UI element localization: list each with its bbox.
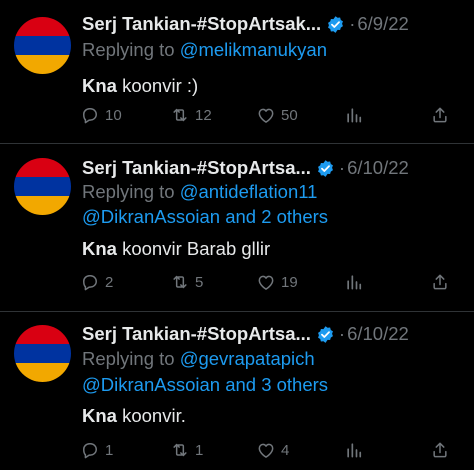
tweet-actions: 2 5 19 (80, 271, 460, 293)
tweet-text-rest: koonvir Barab gllir (116, 238, 271, 259)
reply-button[interactable]: 1 (80, 439, 113, 461)
tweet-text: Kna koonvir Barab gllir (82, 237, 270, 261)
replying-prefix: Replying to (82, 348, 175, 369)
reply-icon (83, 108, 97, 124)
tweet-text-rest: koonvir. (116, 405, 186, 426)
reply-button[interactable]: 2 (80, 271, 113, 293)
tweet-header: Serj Tankian-#StopArtsak... · 6/9/22 (82, 12, 466, 36)
reply-icon (83, 443, 97, 459)
retweet-icon (173, 443, 187, 457)
reply-count: 10 (105, 106, 122, 124)
mention-link[interactable]: @melikmanukyan (180, 39, 327, 60)
mention-link[interactable]: @gevrapatapich (180, 348, 315, 369)
like-button[interactable]: 50 (256, 104, 298, 126)
heart-icon (258, 108, 274, 123)
retweet-count: 5 (195, 273, 204, 291)
separator-dot: · (338, 323, 346, 344)
replying-to-line: Replying to @antideflation11 (82, 180, 317, 204)
mention-more-link[interactable]: @DikranAssoian and 2 others (82, 205, 328, 229)
share-icon (433, 442, 447, 458)
share-button[interactable] (430, 104, 450, 126)
tweet-header: Serj Tankian-#StopArtsa... · 6/10/22 (82, 156, 466, 180)
retweet-icon (173, 275, 187, 289)
armenian-flag-avatar-icon (14, 325, 71, 382)
mention-more-link[interactable]: @DikranAssoian and 3 others (82, 373, 328, 397)
retweet-button[interactable]: 5 (170, 271, 203, 293)
replying-to-line: Replying to @gevrapatapich (82, 347, 315, 371)
tweet-item[interactable]: Serj Tankian-#StopArtsak... · 6/9/22 Rep… (0, 0, 474, 144)
share-icon (433, 274, 447, 290)
tweet-text: Kna koonvir. (82, 404, 186, 428)
like-count: 4 (281, 441, 290, 459)
tweet-feed: Serj Tankian-#StopArtsak... · 6/9/22 Rep… (0, 0, 474, 470)
tweet-text-bold: Kna (82, 75, 117, 96)
like-count: 50 (281, 106, 298, 124)
tweet-date[interactable]: 6/9/22 (357, 12, 408, 36)
tweet-date[interactable]: 6/10/22 (347, 156, 409, 180)
retweet-button[interactable]: 1 (170, 439, 203, 461)
share-button[interactable] (430, 439, 450, 461)
like-button[interactable]: 4 (256, 439, 289, 461)
heart-icon (258, 443, 274, 458)
like-button[interactable]: 19 (256, 271, 298, 293)
tweet-text-bold: Kna (82, 238, 117, 259)
replying-prefix: Replying to (82, 39, 175, 60)
share-icon (433, 107, 447, 123)
verified-badge-icon (326, 15, 345, 34)
armenian-flag-avatar-icon (14, 17, 71, 74)
author-name[interactable]: Serj Tankian-#StopArtsa... (82, 156, 311, 180)
avatar[interactable] (14, 325, 71, 382)
avatar[interactable] (14, 158, 71, 215)
retweet-count: 1 (195, 441, 204, 459)
tweet-header: Serj Tankian-#StopArtsa... · 6/10/22 (82, 322, 466, 346)
replying-prefix: Replying to (82, 181, 175, 202)
author-name[interactable]: Serj Tankian-#StopArtsak... (82, 12, 321, 36)
separator-dot: · (349, 13, 356, 34)
reply-count: 1 (105, 441, 114, 459)
verified-badge-icon (316, 159, 335, 178)
analytics-button[interactable] (344, 271, 364, 293)
analytics-icon (347, 108, 362, 123)
tweet-date[interactable]: 6/10/22 (347, 322, 409, 346)
separator-dot: · (338, 157, 346, 178)
tweet-text: Kna koonvir :) (82, 74, 198, 98)
reply-count: 2 (105, 273, 114, 291)
avatar[interactable] (14, 17, 71, 74)
mention-link[interactable]: @antideflation11 (180, 181, 318, 202)
verified-badge-icon (316, 325, 335, 344)
reply-button[interactable]: 10 (80, 104, 122, 126)
analytics-icon (347, 443, 362, 458)
author-name[interactable]: Serj Tankian-#StopArtsa... (82, 322, 311, 346)
retweet-button[interactable]: 12 (170, 104, 212, 126)
tweet-actions: 1 1 4 (80, 439, 460, 461)
reply-icon (83, 275, 97, 291)
analytics-button[interactable] (344, 439, 364, 461)
share-button[interactable] (430, 271, 450, 293)
retweet-count: 12 (195, 106, 212, 124)
tweet-text-rest: koonvir :) (116, 75, 199, 96)
replying-to-line: Replying to @melikmanukyan (82, 38, 327, 62)
like-count: 19 (281, 273, 298, 291)
tweet-item[interactable]: Serj Tankian-#StopArtsa... · 6/10/22 Rep… (0, 144, 474, 312)
tweet-item[interactable]: Serj Tankian-#StopArtsa... · 6/10/22 Rep… (0, 312, 474, 470)
analytics-button[interactable] (344, 104, 364, 126)
heart-icon (258, 275, 274, 290)
retweet-icon (173, 108, 187, 122)
analytics-icon (347, 275, 362, 290)
armenian-flag-avatar-icon (14, 158, 71, 215)
tweet-actions: 10 12 50 (80, 104, 460, 126)
tweet-text-bold: Kna (82, 405, 117, 426)
